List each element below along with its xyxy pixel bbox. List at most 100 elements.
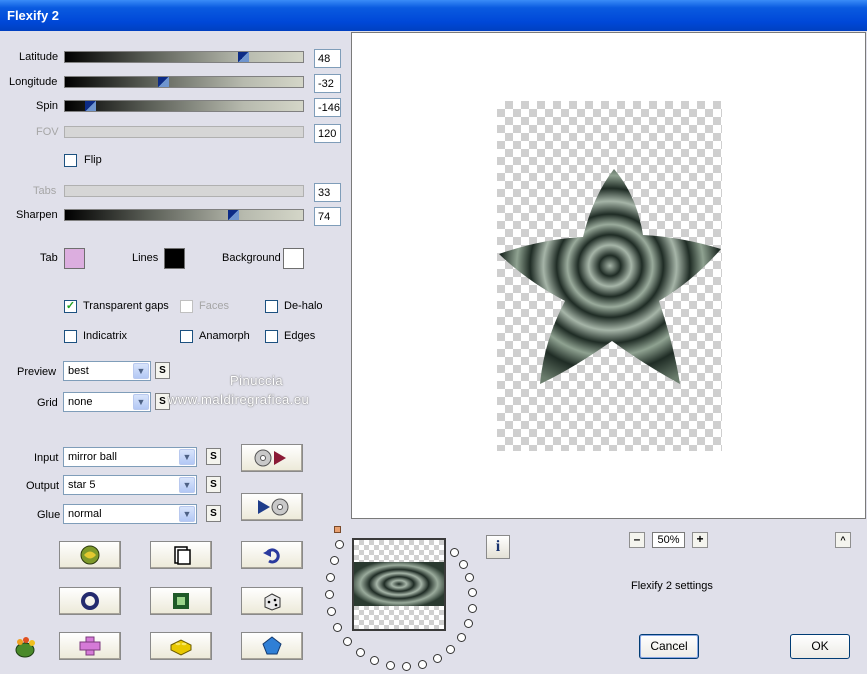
input-select[interactable]: mirror ball ▼ bbox=[63, 447, 197, 467]
frame-button[interactable] bbox=[150, 587, 212, 615]
pentagon-icon bbox=[262, 636, 282, 655]
spin-slider[interactable] bbox=[64, 100, 304, 112]
longitude-slider[interactable] bbox=[64, 76, 304, 88]
fov-slider bbox=[64, 126, 304, 138]
glue-value: normal bbox=[68, 508, 102, 520]
spin-value[interactable]: -146 bbox=[314, 98, 341, 117]
spin-label: Spin bbox=[36, 100, 59, 112]
tabs-value: 33 bbox=[314, 183, 341, 202]
edges-checkbox[interactable] bbox=[265, 330, 278, 343]
anamorph-label: Anamorph bbox=[199, 330, 250, 342]
document-icon bbox=[174, 546, 191, 565]
collapse-button[interactable]: ^ bbox=[835, 532, 851, 548]
longitude-value[interactable]: -32 bbox=[314, 74, 341, 93]
fov-value: 120 bbox=[314, 124, 341, 143]
sharpen-slider[interactable] bbox=[64, 209, 304, 221]
anamorph-checkbox[interactable] bbox=[180, 330, 193, 343]
zoom-in-button[interactable]: + bbox=[692, 532, 708, 548]
cancel-button[interactable]: Cancel bbox=[639, 634, 699, 659]
chevron-down-icon[interactable]: ▼ bbox=[179, 477, 195, 493]
globe-icon bbox=[80, 545, 100, 565]
latitude-value[interactable]: 48 bbox=[314, 49, 341, 68]
thumbnail-preview[interactable] bbox=[352, 538, 446, 631]
chevron-down-icon[interactable]: ▼ bbox=[133, 394, 149, 410]
chevron-down-icon[interactable]: ▼ bbox=[179, 506, 195, 522]
grid-value: none bbox=[68, 396, 93, 408]
input-label: Input bbox=[34, 452, 59, 464]
brick-icon bbox=[170, 639, 192, 656]
faces-label: Faces bbox=[199, 300, 229, 312]
preview-save-button[interactable]: S bbox=[155, 362, 170, 379]
tabs-slider bbox=[64, 185, 304, 197]
background-color-swatch[interactable] bbox=[283, 248, 304, 269]
sharpen-label: Sharpen bbox=[16, 209, 58, 221]
square-frame-icon bbox=[173, 593, 189, 609]
info-icon: i bbox=[495, 538, 501, 555]
tab-color-swatch[interactable] bbox=[64, 248, 85, 269]
glue-select[interactable]: normal ▼ bbox=[63, 504, 197, 524]
output-select[interactable]: star 5 ▼ bbox=[63, 475, 197, 495]
sharpen-slider-thumb[interactable] bbox=[228, 210, 239, 220]
transparent-gaps-label: Transparent gaps bbox=[83, 300, 169, 312]
chevron-down-icon[interactable]: ▼ bbox=[179, 449, 195, 465]
output-save-button[interactable]: S bbox=[206, 476, 221, 493]
dice-button[interactable] bbox=[241, 587, 303, 615]
watermark-name: Pinuccia bbox=[230, 373, 284, 388]
ok-button[interactable]: OK bbox=[790, 634, 850, 659]
longitude-label: Longitude bbox=[9, 76, 58, 88]
de-halo-checkbox[interactable] bbox=[265, 300, 278, 313]
grid-label: Grid bbox=[37, 397, 58, 409]
flip-checkbox[interactable] bbox=[64, 154, 77, 167]
latitude-slider[interactable] bbox=[64, 51, 304, 63]
thumbnail-ripple-image bbox=[354, 562, 444, 606]
input-value: mirror ball bbox=[68, 451, 117, 463]
tabs-label: Tabs bbox=[33, 185, 57, 197]
fov-label: FOV bbox=[36, 126, 59, 138]
preview-quality-label: Preview bbox=[17, 366, 57, 378]
spin-slider-thumb[interactable] bbox=[85, 101, 96, 111]
watermark-url: www.maldiregrafica.eu bbox=[168, 392, 310, 407]
dice-icon bbox=[264, 593, 281, 611]
transparent-gaps-checkbox[interactable]: ✓ bbox=[64, 300, 77, 313]
latitude-label: Latitude bbox=[19, 51, 59, 63]
lines-color-label: Lines bbox=[132, 252, 159, 264]
latitude-slider-thumb[interactable] bbox=[238, 52, 249, 62]
undo-icon bbox=[263, 548, 280, 564]
faces-checkbox bbox=[180, 300, 193, 313]
indicatrix-label: Indicatrix bbox=[83, 330, 128, 342]
brick-button[interactable] bbox=[150, 632, 212, 660]
indicatrix-checkbox[interactable] bbox=[64, 330, 77, 343]
preview-quality-select[interactable]: best ▼ bbox=[63, 361, 151, 381]
undo-button[interactable] bbox=[241, 541, 303, 569]
cross-icon bbox=[79, 636, 101, 656]
input-save-button[interactable]: S bbox=[206, 448, 221, 465]
output-label: Output bbox=[26, 480, 60, 492]
info-button[interactable]: i bbox=[486, 535, 510, 559]
glue-label: Glue bbox=[37, 509, 61, 521]
copy-button[interactable] bbox=[150, 541, 212, 569]
background-color-label: Background bbox=[222, 252, 281, 264]
longitude-slider-thumb[interactable] bbox=[158, 77, 169, 87]
output-to-input-button[interactable] bbox=[241, 493, 303, 521]
window-title: Flexify 2 bbox=[7, 8, 60, 23]
flip-label: Flip bbox=[84, 154, 102, 166]
disc-arrow-icon bbox=[254, 449, 286, 467]
preview-canvas[interactable] bbox=[351, 32, 866, 519]
output-value: star 5 bbox=[68, 479, 96, 491]
star-shape-preview bbox=[499, 169, 721, 384]
grid-select[interactable]: none ▼ bbox=[63, 392, 151, 412]
ring-button[interactable] bbox=[59, 587, 121, 615]
dial-handle[interactable] bbox=[334, 526, 341, 533]
glue-save-button[interactable]: S bbox=[206, 505, 221, 522]
lines-color-swatch[interactable] bbox=[164, 248, 185, 269]
edges-label: Edges bbox=[284, 330, 316, 342]
sharpen-value[interactable]: 74 bbox=[314, 207, 341, 226]
chevron-down-icon[interactable]: ▼ bbox=[133, 363, 149, 379]
ring-icon bbox=[81, 592, 99, 610]
input-to-output-button[interactable] bbox=[241, 444, 303, 472]
cross-button[interactable] bbox=[59, 632, 121, 660]
randomize-button[interactable] bbox=[59, 541, 121, 569]
zoom-out-button[interactable]: – bbox=[629, 532, 645, 548]
pentagon-button[interactable] bbox=[241, 632, 303, 660]
zoom-level: 50% bbox=[652, 532, 685, 548]
